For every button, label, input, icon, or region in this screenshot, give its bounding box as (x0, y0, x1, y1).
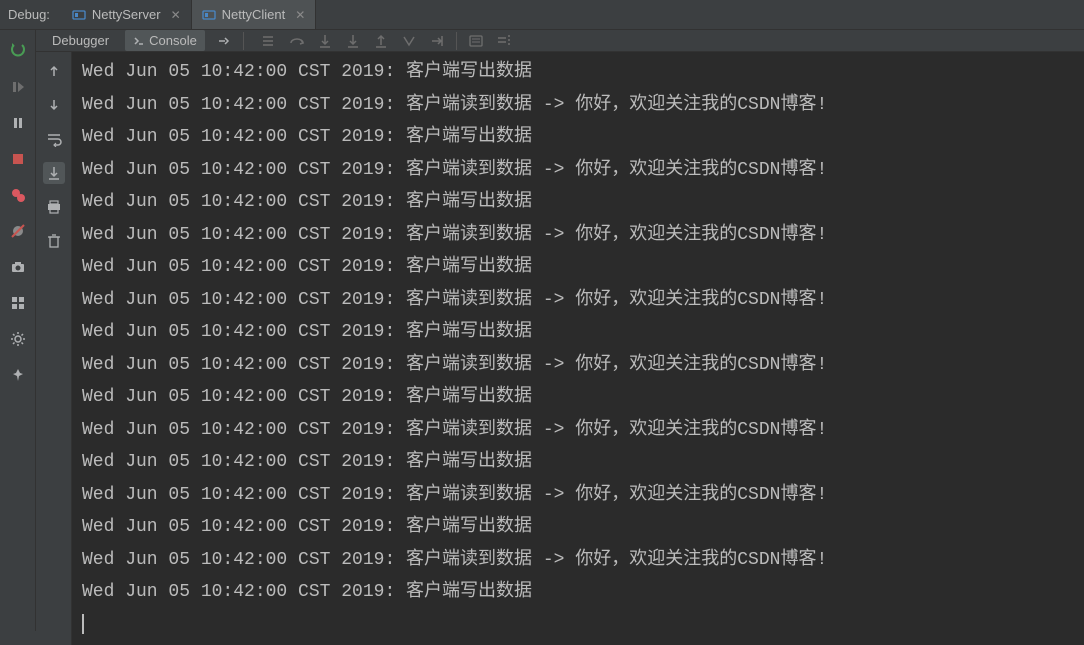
console-gutter (36, 52, 72, 645)
debugger-tab[interactable]: Debugger (44, 30, 117, 51)
tab-nettyserver[interactable]: NettyServer ✕ (62, 0, 192, 29)
trace-current-stream-chain-icon[interactable] (495, 32, 513, 50)
stop-icon[interactable] (7, 148, 29, 170)
run-config-tabs: NettyServer ✕ NettyClient ✕ (62, 0, 316, 29)
tab-nettyclient[interactable]: NettyClient ✕ (192, 0, 317, 29)
pause-icon[interactable] (7, 112, 29, 134)
soft-wrap-icon[interactable] (43, 128, 65, 150)
step-toolbar (260, 32, 513, 50)
print-icon[interactable] (43, 196, 65, 218)
right-area: Debugger Console (36, 30, 1084, 631)
force-step-into-icon[interactable] (344, 32, 362, 50)
drop-frame-icon[interactable] (400, 32, 418, 50)
pin-icon[interactable] (7, 364, 29, 386)
camera-icon[interactable] (7, 256, 29, 278)
clear-all-icon[interactable] (43, 230, 65, 252)
debug-sub-bar: Debugger Console (36, 30, 1084, 52)
view-breakpoints-icon[interactable] (7, 184, 29, 206)
add-tab-button[interactable] (213, 31, 235, 51)
console-tab[interactable]: Console (125, 30, 205, 51)
mute-breakpoints-icon[interactable] (7, 220, 29, 242)
step-out-icon[interactable] (372, 32, 390, 50)
run-config-icon (202, 8, 216, 22)
debug-top-bar: Debug: NettyServer ✕ NettyClient ✕ (0, 0, 1084, 30)
debugger-tab-label: Debugger (52, 33, 109, 48)
left-toolbar (0, 30, 36, 631)
layout-icon[interactable] (7, 292, 29, 314)
close-icon[interactable]: ✕ (171, 8, 181, 22)
console-output[interactable]: Wed Jun 05 10:42:00 CST 2019: 客户端写出数据 We… (72, 52, 1084, 645)
close-icon[interactable]: ✕ (295, 8, 305, 22)
rerun-icon[interactable] (7, 40, 29, 62)
settings-icon[interactable] (7, 328, 29, 350)
show-execution-point-icon[interactable] (260, 32, 278, 50)
scroll-down-icon[interactable] (43, 94, 65, 116)
run-to-cursor-icon[interactable] (428, 32, 446, 50)
step-over-icon[interactable] (288, 32, 306, 50)
scroll-to-end-icon[interactable] (43, 162, 65, 184)
tab-label: NettyClient (222, 7, 286, 22)
main-area: Debugger Console (0, 30, 1084, 631)
console-tab-icon (133, 35, 145, 47)
evaluate-expression-icon[interactable] (467, 32, 485, 50)
tab-label: NettyServer (92, 7, 161, 22)
step-into-icon[interactable] (316, 32, 334, 50)
resume-icon[interactable] (7, 76, 29, 98)
debug-label: Debug: (8, 7, 50, 22)
scroll-up-icon[interactable] (43, 60, 65, 82)
console-body: Wed Jun 05 10:42:00 CST 2019: 客户端写出数据 We… (36, 52, 1084, 645)
run-config-icon (72, 8, 86, 22)
console-tab-label: Console (149, 33, 197, 48)
